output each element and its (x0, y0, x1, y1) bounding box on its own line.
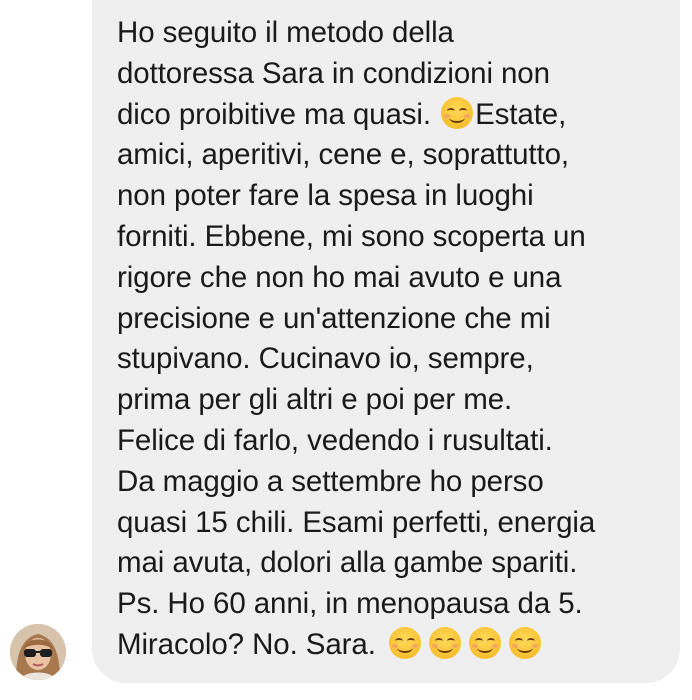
message-line: prima per gli altri e poi per me. (117, 383, 513, 417)
message-line: Ho seguito il metodo della (117, 16, 454, 49)
message-line: forniti. Ebbene, mi sono scoperta un (117, 219, 586, 253)
smiling-face-emoji-icon (508, 626, 541, 659)
message-line: Felice di farlo, vedendo i rusultati. (117, 423, 553, 457)
message-line: Da maggio a settembre ho perso (117, 464, 544, 498)
message-line-segment: Estate, (475, 97, 567, 131)
message-line: amici, aperitivi, cene e, soprattutto, (117, 138, 570, 172)
received-message-bubble[interactable]: Ho seguito il metodo della dottoressa Sa… (92, 0, 680, 683)
message-line: dico proibitive ma quasi. Estate, (117, 95, 680, 136)
message-line: quasi 15 chili. Esami perfetti, energia (117, 505, 596, 539)
message-line: mai avuta, dolori alla gambe spariti. (117, 546, 578, 580)
sender-avatar[interactable] (10, 624, 66, 680)
conversation-view: Ho seguito il metodo della dottoressa Sa… (0, 0, 692, 700)
message-line: non poter fare la spesa in luoghi (117, 179, 534, 213)
message-line: Miracolo? No. Sara. (117, 625, 680, 666)
message-line: dottoressa Sara in condizioni non (117, 56, 550, 90)
smiling-face-emoji-icon (388, 626, 421, 659)
profile-photo-icon (10, 624, 66, 680)
message-line: Ps. Ho 60 anni, in menopausa da 5. (117, 587, 583, 621)
message-line: stupivano. Cucinavo io, sempre, (117, 342, 534, 376)
smiling-face-emoji-icon (441, 96, 474, 129)
message-line: rigore che non ho mai avuto e una (117, 260, 562, 294)
message-line-segment: dico proibitive ma quasi. (117, 97, 431, 131)
message-line: precisione e un'attenzione che mi (117, 301, 551, 335)
message-text: Ho seguito il metodo della dottoressa Sa… (117, 13, 680, 666)
smiling-face-emoji-icon (468, 626, 501, 659)
smiling-face-emoji-icon (428, 626, 461, 659)
message-line-segment: Miracolo? No. Sara. (117, 627, 376, 661)
